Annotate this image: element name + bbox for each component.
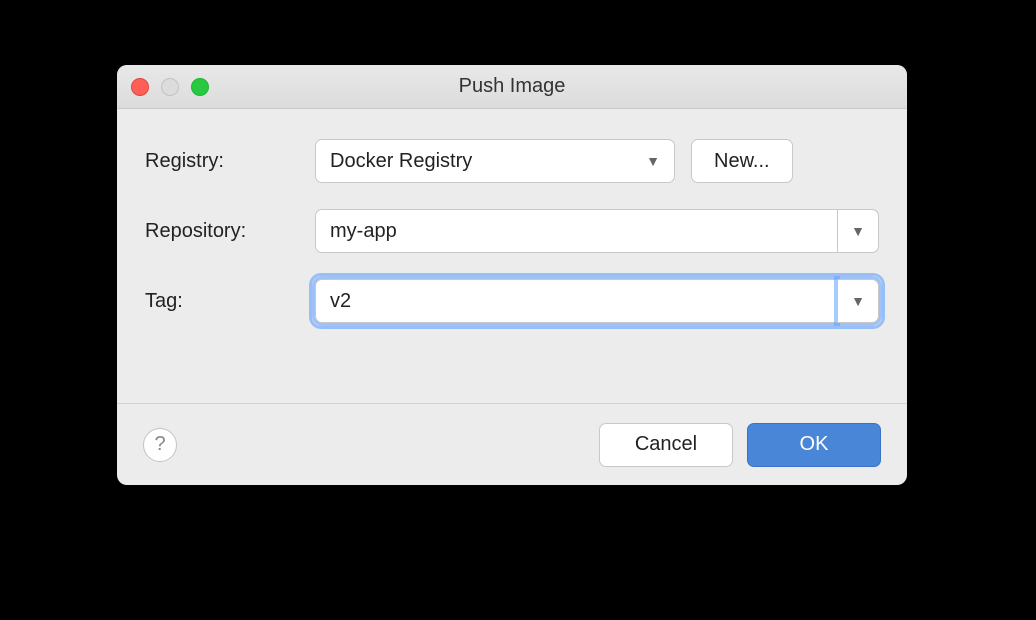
- repository-label: Repository:: [145, 220, 315, 243]
- tag-label: Tag:: [145, 290, 315, 313]
- tag-combo: ▼: [315, 279, 879, 323]
- registry-value: Docker Registry: [330, 150, 472, 173]
- push-image-dialog: Push Image Registry: Docker Registry ▼ N…: [117, 65, 907, 485]
- tag-input[interactable]: [315, 279, 837, 323]
- window-title: Push Image: [459, 75, 566, 98]
- ok-button[interactable]: OK: [747, 423, 881, 467]
- registry-label: Registry:: [145, 150, 315, 173]
- repository-dropdown-button[interactable]: ▼: [837, 209, 879, 253]
- form-content: Registry: Docker Registry ▼ New... Repos…: [117, 109, 907, 351]
- registry-row: Docker Registry ▼ New...: [315, 139, 879, 183]
- titlebar: Push Image: [117, 65, 907, 109]
- ok-label: OK: [800, 433, 829, 456]
- registry-select[interactable]: Docker Registry ▼: [315, 139, 675, 183]
- cancel-label: Cancel: [635, 433, 697, 456]
- window-controls: [131, 78, 209, 96]
- help-icon: ?: [154, 433, 165, 456]
- help-button[interactable]: ?: [143, 428, 177, 462]
- chevron-down-icon: ▼: [851, 223, 865, 239]
- new-registry-button[interactable]: New...: [691, 139, 793, 183]
- minimize-icon: [161, 78, 179, 96]
- tag-dropdown-button[interactable]: ▼: [837, 279, 879, 323]
- repository-input[interactable]: [315, 209, 837, 253]
- cancel-button[interactable]: Cancel: [599, 423, 733, 467]
- repository-combo: ▼: [315, 209, 879, 253]
- close-icon[interactable]: [131, 78, 149, 96]
- chevron-down-icon: ▼: [851, 293, 865, 309]
- chevron-down-icon: ▼: [646, 153, 660, 169]
- new-registry-label: New...: [714, 150, 770, 173]
- zoom-icon[interactable]: [191, 78, 209, 96]
- dialog-footer: ? Cancel OK: [117, 403, 907, 485]
